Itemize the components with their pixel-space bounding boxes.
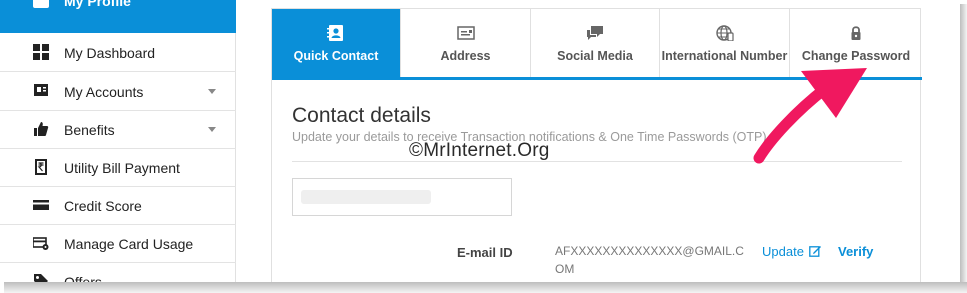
sidebar: My Profile My Dashboard My Accounts Bene… bbox=[0, 0, 236, 282]
sidebar-item-label: My Dashboard bbox=[64, 45, 156, 61]
email-label: E-mail ID bbox=[457, 245, 513, 260]
tab-address[interactable]: Address bbox=[401, 9, 531, 77]
sidebar-item-label: Utility Bill Payment bbox=[64, 160, 180, 176]
profile-tabs: Quick Contact Address Social Media Inter… bbox=[272, 9, 922, 80]
profile-panel: Quick Contact Address Social Media Inter… bbox=[271, 8, 922, 282]
profile-icon bbox=[33, 0, 49, 8]
tab-change-password[interactable]: Change Password bbox=[790, 9, 922, 77]
sidebar-item-label: Offers bbox=[64, 274, 102, 282]
sidebar-item-label: My Accounts bbox=[64, 84, 144, 100]
sidebar-item-offers[interactable]: Offers bbox=[0, 262, 236, 282]
accounts-icon bbox=[34, 84, 48, 96]
tab-label: Address bbox=[440, 49, 491, 63]
frame-shadow-right bbox=[960, 4, 967, 288]
address-card-icon bbox=[456, 26, 475, 40]
sidebar-item-my-dashboard[interactable]: My Dashboard bbox=[0, 33, 236, 71]
sidebar-item-label: Manage Card Usage bbox=[64, 236, 194, 252]
tab-label: Change Password bbox=[801, 49, 911, 63]
watermark: ©MrInternet.Org bbox=[409, 140, 550, 161]
sidebar-item-my-profile[interactable]: My Profile bbox=[0, 0, 236, 33]
lock-icon bbox=[851, 26, 861, 40]
sidebar-item-label: Credit Score bbox=[64, 198, 142, 214]
sidebar-item-label: My Profile bbox=[64, 0, 131, 9]
update-email-link[interactable]: Update bbox=[762, 244, 804, 259]
thumbs-up-icon bbox=[34, 122, 49, 136]
sidebar-item-manage-card-usage[interactable]: Manage Card Usage bbox=[0, 224, 236, 262]
credit-card-icon bbox=[33, 200, 49, 210]
screenshot-frame: My Profile My Dashboard My Accounts Bene… bbox=[0, 0, 960, 282]
dashboard-icon bbox=[33, 44, 49, 60]
chevron-down-icon[interactable] bbox=[208, 89, 216, 94]
edit-icon[interactable] bbox=[809, 245, 821, 257]
tab-label: Quick Contact bbox=[293, 49, 379, 63]
tab-label: International Number bbox=[661, 49, 788, 63]
sidebar-item-utility-bill-payment[interactable]: Utility Bill Payment bbox=[0, 148, 236, 186]
chevron-down-icon[interactable] bbox=[208, 127, 216, 132]
tag-icon bbox=[34, 274, 48, 282]
tab-international-number[interactable]: International Number bbox=[660, 9, 790, 77]
card-settings-icon bbox=[33, 237, 49, 250]
tab-label: Social Media bbox=[557, 49, 633, 63]
sidebar-item-my-accounts[interactable]: My Accounts bbox=[0, 72, 236, 110]
globe-phone-icon bbox=[715, 25, 734, 41]
verify-email-link[interactable]: Verify bbox=[838, 244, 873, 259]
masked-value bbox=[301, 190, 431, 204]
mobile-number-field[interactable] bbox=[292, 178, 512, 216]
sidebar-item-label: Benefits bbox=[64, 122, 115, 138]
contact-card-icon bbox=[327, 25, 343, 41]
tab-social-media[interactable]: Social Media bbox=[531, 9, 660, 77]
frame-shadow-bottom bbox=[4, 282, 967, 293]
email-value: AFXXXXXXXXXXXXXX@GMAIL.COM bbox=[555, 244, 744, 276]
rupee-bill-icon bbox=[35, 159, 47, 175]
tab-quick-contact[interactable]: Quick Contact bbox=[272, 9, 401, 77]
chat-bubbles-icon bbox=[587, 26, 603, 40]
divider bbox=[292, 161, 902, 162]
sidebar-item-credit-score[interactable]: Credit Score bbox=[0, 186, 236, 224]
section-title: Contact details bbox=[292, 104, 431, 127]
sidebar-item-benefits[interactable]: Benefits bbox=[0, 110, 236, 148]
